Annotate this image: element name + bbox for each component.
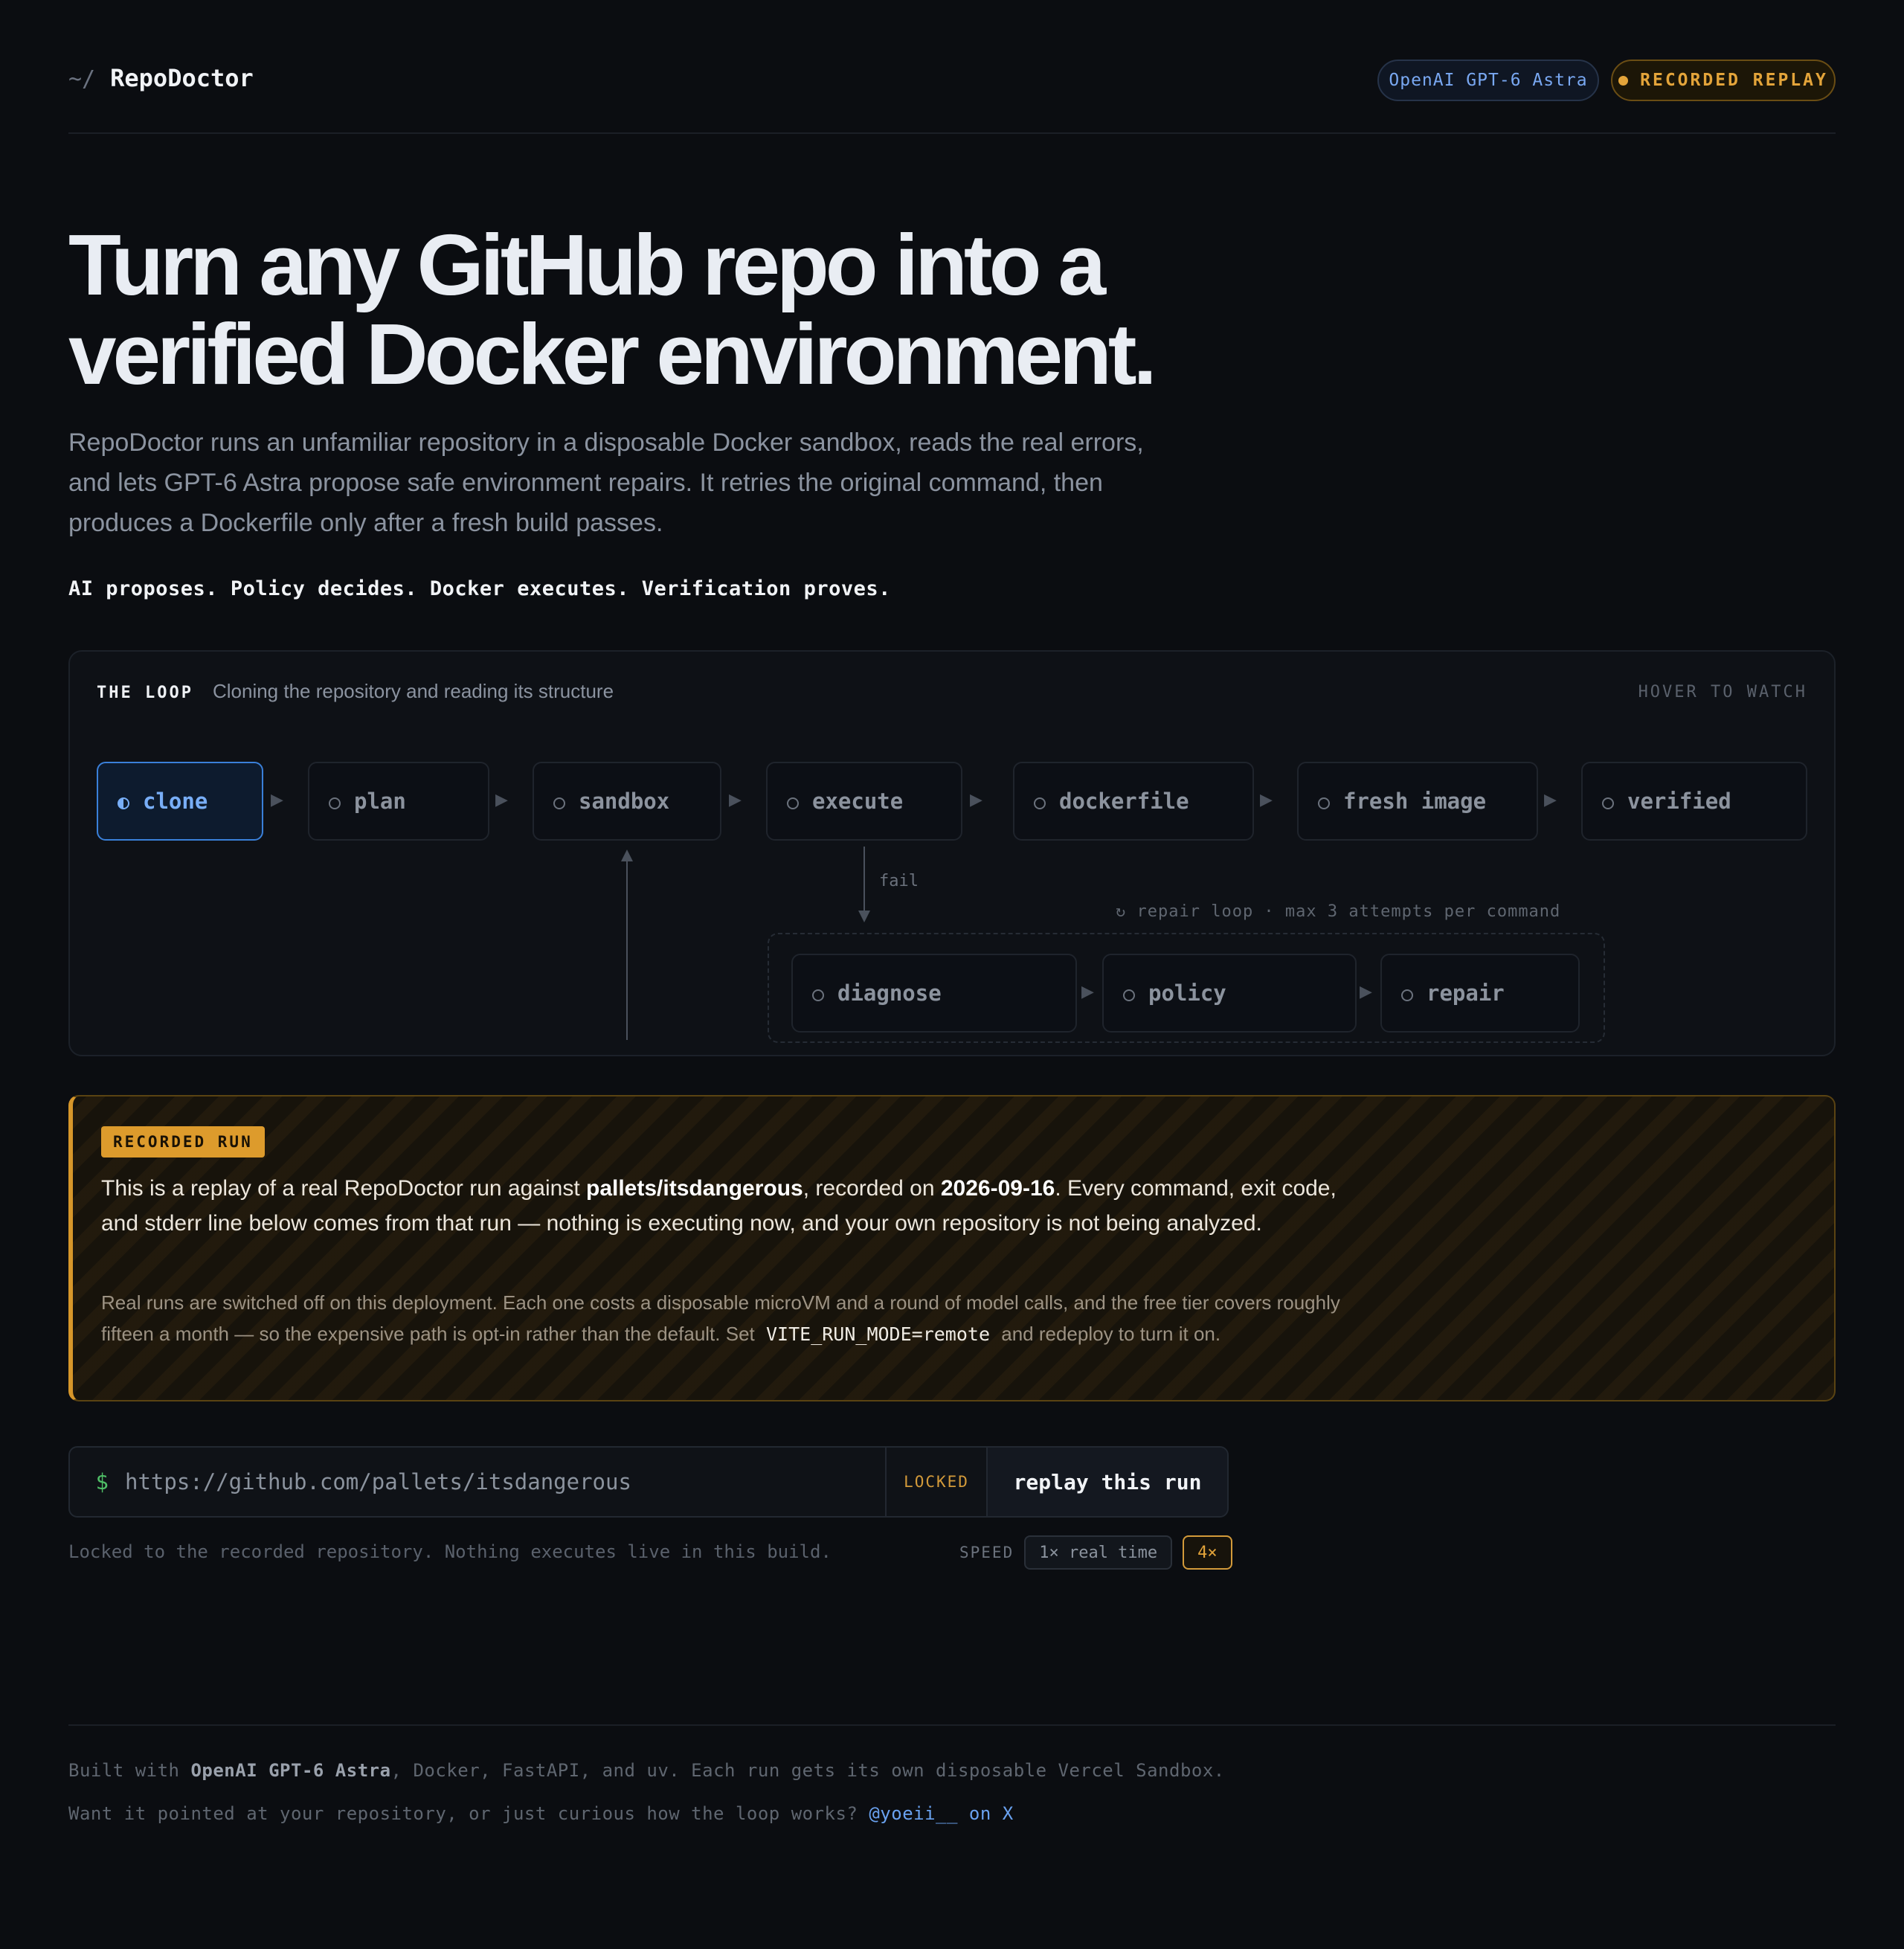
arrow-icon: ▶ (1360, 982, 1372, 1001)
arrow-icon: ▶ (1081, 982, 1094, 1001)
recorded-run-tag: RECORDED RUN (101, 1126, 265, 1157)
model-badge: OpenAI GPT-6 Astra (1377, 60, 1599, 101)
stage-fresh-image[interactable]: fresh image (1297, 762, 1538, 841)
stage-policy[interactable]: policy (1102, 954, 1357, 1033)
stage-label: clone (143, 789, 208, 814)
stage-pending-icon (1034, 797, 1046, 809)
repair-loop-label: ↻ repair loop · max 3 attempts per comma… (1116, 902, 1561, 921)
hero-subtitle: RepoDoctor runs an unfamiliar repository… (68, 428, 1144, 537)
recorded-replay-badge: RECORDED REPLAY (1611, 60, 1836, 101)
stage-label: verified (1627, 789, 1731, 814)
env-var-code: VITE_RUN_MODE=remote (765, 1323, 991, 1345)
footer: Built with OpenAI GPT-6 Astra, Docker, F… (68, 1724, 1836, 1824)
stage-label: plan (354, 789, 406, 814)
stage-verified[interactable]: verified (1581, 762, 1807, 841)
stage-repair[interactable]: repair (1380, 954, 1580, 1033)
fail-label: fail (879, 872, 919, 890)
top-bar: ~/ RepoDoctor OpenAI GPT-6 Astra RECORDE… (68, 0, 1836, 134)
stage-label: sandbox (579, 789, 670, 814)
arrow-icon: ▶ (495, 790, 508, 809)
replay-run-button[interactable]: replay this run (986, 1448, 1227, 1516)
loop-panel[interactable]: THE LOOP Cloning the repository and read… (68, 650, 1836, 1056)
stage-pending-icon (1318, 797, 1330, 809)
recorded-replay-label: RECORDED REPLAY (1640, 71, 1828, 90)
locked-badge: LOCKED (885, 1448, 986, 1516)
stage-execute[interactable]: execute (766, 762, 962, 841)
brand-tilde: ~/ (68, 66, 96, 92)
brand[interactable]: ~/ RepoDoctor (68, 64, 254, 92)
arrow-icon: ▶ (271, 790, 283, 809)
recorded-run-notice: RECORDED RUN This is a replay of a real … (68, 1095, 1836, 1401)
stage-diagnose[interactable]: diagnose (791, 954, 1077, 1033)
arrow-icon: ▶ (1544, 790, 1557, 809)
stage-label: repair (1427, 980, 1505, 1006)
recorded-date: 2026-09-16 (940, 1176, 1055, 1201)
stage-label: diagnose (837, 980, 942, 1006)
stage-dockerfile[interactable]: dockerfile (1013, 762, 1254, 841)
stage-sandbox[interactable]: sandbox (533, 762, 721, 841)
return-arrow-head (621, 850, 633, 861)
prompt-symbol: $ (95, 1469, 109, 1494)
stage-label: execute (812, 789, 904, 814)
repo-url-bar: $ LOCKED replay this run (68, 1446, 1229, 1518)
stage-clone[interactable]: clone (97, 762, 263, 841)
footer-contact: Want it pointed at your repository, or j… (68, 1803, 1014, 1824)
hero-title: Turn any GitHub repo into a verified Doc… (68, 216, 1157, 402)
speed-option-1x[interactable]: 1× real time (1024, 1535, 1173, 1570)
stage-pending-icon (1401, 989, 1413, 1001)
stage-pending-icon (553, 797, 565, 809)
stage-label: policy (1148, 980, 1226, 1006)
stage-label: dockerfile (1059, 789, 1189, 814)
arrow-icon: ▶ (729, 790, 742, 809)
arrow-icon: ▶ (970, 790, 982, 809)
footer-built-with: Built with OpenAI GPT-6 Astra, Docker, F… (68, 1760, 1225, 1781)
stage-plan[interactable]: plan (308, 762, 489, 841)
stage-progress-icon (118, 797, 129, 809)
stage-pending-icon (329, 797, 341, 809)
brand-name: RepoDoctor (110, 64, 254, 92)
status-dot-icon (1618, 75, 1629, 86)
speed-option-4x[interactable]: 4× (1183, 1535, 1232, 1570)
stage-label: fresh image (1343, 789, 1487, 814)
stage-pending-icon (1123, 989, 1135, 1001)
x-profile-link[interactable]: @yoeii__ on X (869, 1803, 1013, 1824)
speed-control: SPEED 1× real time 4× (959, 1535, 1232, 1570)
recorded-run-note: Real runs are switched off on this deplo… (101, 1291, 1340, 1345)
recorded-repo: pallets/itsdangerous (586, 1176, 803, 1201)
recorded-run-description: This is a replay of a real RepoDoctor ru… (101, 1176, 1337, 1236)
speed-label: SPEED (959, 1544, 1014, 1561)
repo-url-input[interactable] (125, 1448, 885, 1516)
arrow-icon: ▶ (1260, 790, 1273, 809)
fail-arrow-head (858, 911, 870, 922)
stage-pending-icon (1602, 797, 1614, 809)
hero-tagline: AI proposes. Policy decides. Docker exec… (68, 577, 891, 600)
url-help-text: Locked to the recorded repository. Nothi… (68, 1541, 832, 1562)
stage-pending-icon (812, 989, 824, 1001)
stage-pending-icon (787, 797, 799, 809)
